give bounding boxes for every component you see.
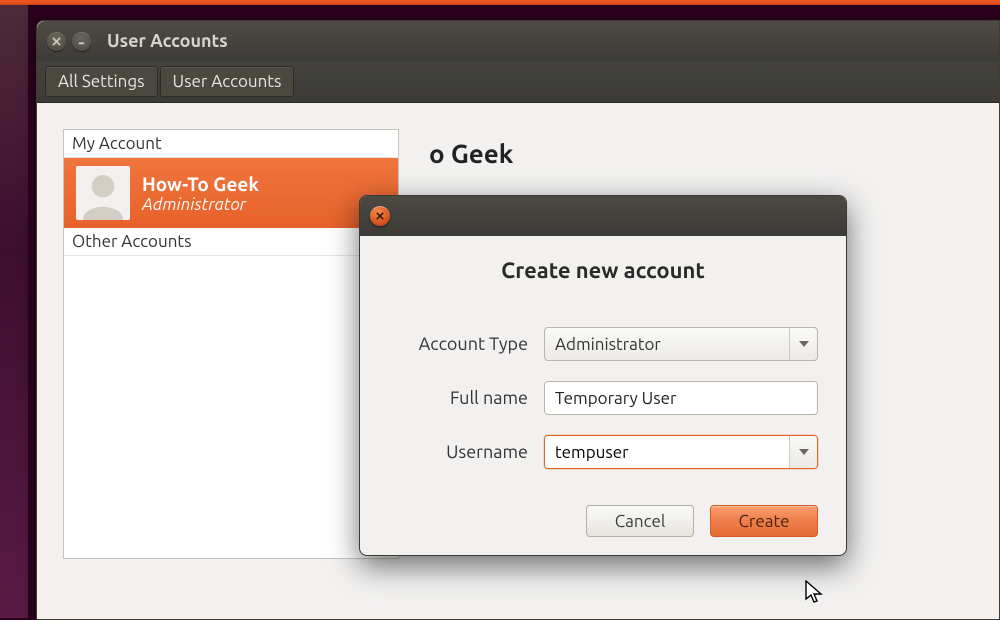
label-full-name: Full name [388, 388, 528, 408]
username-combo[interactable] [544, 435, 818, 469]
minimize-icon [77, 37, 86, 46]
user-role: Administrator [142, 195, 259, 214]
window-close-button[interactable] [47, 32, 66, 51]
label-account-type: Account Type [388, 334, 528, 354]
sidebar-user-selected[interactable]: How-To Geek Administrator [64, 158, 398, 228]
cancel-button[interactable]: Cancel [586, 505, 694, 537]
user-name: How-To Geek [142, 173, 259, 195]
dialog-actions: Cancel Create [388, 505, 818, 537]
account-type-dropdown[interactable]: Administrator [544, 327, 818, 361]
accounts-sidebar: My Account How-To Geek Administrator Oth… [63, 129, 399, 559]
label-username: Username [388, 442, 528, 462]
breadcrumb-toolbar: All Settings User Accounts [37, 61, 999, 103]
full-name-input[interactable] [544, 381, 818, 415]
account-type-value: Administrator [545, 335, 789, 354]
username-input[interactable] [545, 436, 789, 468]
window-titlebar[interactable]: User Accounts [37, 21, 999, 61]
breadcrumb-user-accounts[interactable]: User Accounts [160, 66, 295, 97]
dialog-body: Create new account Account Type Administ… [360, 236, 846, 555]
window-title: User Accounts [107, 31, 228, 51]
dialog-title: Create new account [388, 258, 818, 283]
close-icon [376, 212, 384, 220]
dialog-close-button[interactable] [370, 206, 390, 226]
close-icon [52, 37, 61, 46]
create-account-dialog: Create new account Account Type Administ… [359, 195, 847, 556]
window-minimize-button[interactable] [72, 32, 91, 51]
create-button[interactable]: Create [710, 505, 818, 537]
chevron-down-icon[interactable] [789, 436, 817, 468]
row-username: Username [388, 435, 818, 469]
detail-title-partial: o Geek [429, 139, 999, 168]
my-account-header: My Account [64, 130, 398, 158]
row-account-type: Account Type Administrator [388, 327, 818, 361]
person-icon [78, 170, 128, 220]
breadcrumb-all-settings[interactable]: All Settings [45, 66, 158, 97]
row-full-name: Full name [388, 381, 818, 415]
other-accounts-header: Other Accounts [64, 228, 398, 256]
dialog-titlebar[interactable] [360, 196, 846, 236]
user-text-block: How-To Geek Administrator [142, 173, 259, 214]
chevron-down-icon [789, 328, 817, 360]
avatar [76, 166, 130, 220]
launcher-strip [0, 5, 28, 618]
desktop-titlebar [0, 0, 1000, 5]
